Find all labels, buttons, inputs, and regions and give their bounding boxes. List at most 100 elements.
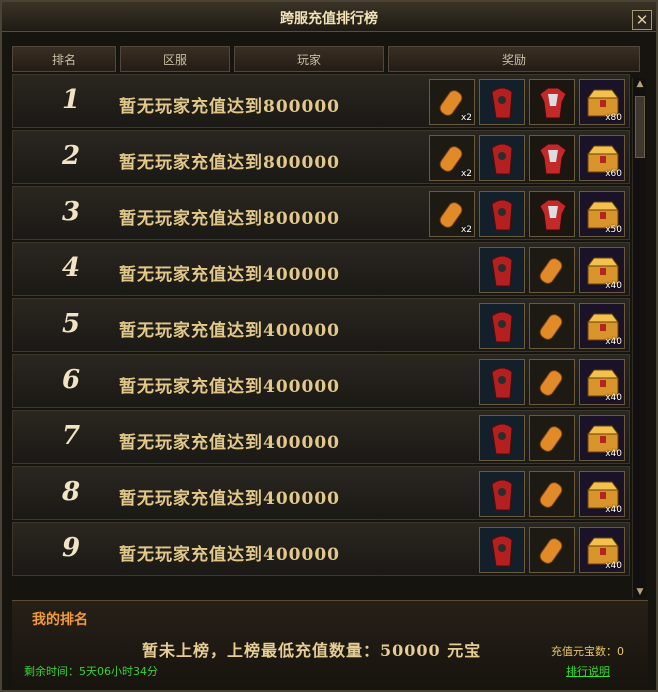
- header-rank: 排名: [12, 46, 116, 72]
- reward-item[interactable]: [529, 415, 575, 461]
- rank-message: 暂无玩家充值达到400000: [119, 265, 340, 285]
- ranking-explain-link[interactable]: 排行说明: [566, 663, 610, 679]
- rank-number: 5: [61, 309, 81, 339]
- reward-item[interactable]: x2: [429, 79, 475, 125]
- red-cloak-icon: [480, 304, 524, 348]
- reward-item[interactable]: x60: [579, 135, 625, 181]
- red-cloak-icon: [480, 528, 524, 572]
- scrollbar[interactable]: ▲ ▼: [632, 78, 646, 598]
- rank-number: 2: [61, 141, 81, 171]
- rank-message: 暂无玩家充值达到400000: [119, 433, 340, 453]
- rank-message: 暂无玩家充值达到800000: [119, 209, 340, 229]
- reward-item[interactable]: [529, 247, 575, 293]
- rank-message: 暂无玩家充值达到400000: [119, 377, 340, 397]
- reward-item[interactable]: x40: [579, 359, 625, 405]
- table-row: 5 暂无玩家充值达到400000 x40: [12, 298, 630, 352]
- reward-item[interactable]: x40: [579, 415, 625, 461]
- rank-message: 暂无玩家充值达到800000: [119, 97, 340, 117]
- scroll-up-icon[interactable]: ▲: [633, 78, 647, 90]
- red-cloak-icon: [480, 472, 524, 516]
- rank-message: 暂无玩家充值达到400000: [119, 489, 340, 509]
- item-count: x40: [605, 561, 622, 571]
- table-row: 4 暂无玩家充值达到400000 x40: [12, 242, 630, 296]
- item-count: x40: [605, 337, 622, 347]
- item-count: x40: [605, 393, 622, 403]
- ranking-list[interactable]: 1 暂无玩家充值达到800000 x2 x80 2 暂无玩家充值达到800000 x2 x60…: [12, 74, 632, 582]
- reward-item[interactable]: [529, 471, 575, 517]
- reward-item[interactable]: [479, 471, 525, 517]
- item-count: x2: [460, 113, 472, 123]
- red-cloak-icon: [480, 136, 524, 180]
- close-button[interactable]: ✕: [632, 10, 652, 30]
- rank-number: 7: [61, 421, 81, 451]
- reward-item[interactable]: [479, 415, 525, 461]
- window-title: 跨服充值排行榜: [280, 11, 378, 27]
- rank-number: 8: [61, 477, 81, 507]
- reward-item[interactable]: x40: [579, 247, 625, 293]
- title-bar: 跨服充值排行榜 ✕: [2, 2, 656, 32]
- reward-item[interactable]: x40: [579, 527, 625, 573]
- rank-message: 暂无玩家充值达到400000: [119, 545, 340, 565]
- red-armor-icon: [530, 192, 574, 236]
- item-count: x40: [605, 449, 622, 459]
- rank-message: 暂无玩家充值达到800000: [119, 153, 340, 173]
- orange-bullet-icon: [530, 472, 574, 516]
- reward-item[interactable]: x40: [579, 471, 625, 517]
- scroll-down-icon[interactable]: ▼: [633, 586, 647, 598]
- remaining-time: 剩余时间：5天06小时34分: [24, 665, 158, 678]
- orange-bullet-icon: [530, 528, 574, 572]
- reward-item[interactable]: [479, 303, 525, 349]
- item-count: x50: [605, 225, 622, 235]
- red-cloak-icon: [480, 416, 524, 460]
- item-count: x40: [605, 281, 622, 291]
- orange-bullet-icon: [530, 416, 574, 460]
- rank-number: 6: [61, 365, 81, 395]
- scroll-thumb[interactable]: [635, 96, 645, 158]
- rank-notice: 暂未上榜，上榜最低充值数量：50000 元宝: [142, 641, 482, 660]
- table-row: 7 暂无玩家充值达到400000 x40: [12, 410, 630, 464]
- reward-item[interactable]: [529, 79, 575, 125]
- my-rank-panel: 我的排名 暂未上榜，上榜最低充值数量：50000 元宝 充值元宝数：0 剩余时间…: [12, 600, 648, 688]
- red-armor-icon: [530, 136, 574, 180]
- my-rank-label: 我的排名: [32, 612, 88, 628]
- orange-bullet-icon: [530, 304, 574, 348]
- rank-number: 3: [61, 197, 81, 227]
- reward-item[interactable]: x2: [429, 191, 475, 237]
- table-row: 1 暂无玩家充值达到800000 x2 x80: [12, 74, 630, 128]
- reward-item[interactable]: [529, 527, 575, 573]
- header-reward: 奖励: [388, 46, 640, 72]
- item-count: x2: [460, 225, 472, 235]
- reward-item[interactable]: [529, 191, 575, 237]
- red-cloak-icon: [480, 248, 524, 292]
- reward-item[interactable]: [479, 135, 525, 181]
- header-server: 区服: [120, 46, 230, 72]
- reward-item[interactable]: x80: [579, 79, 625, 125]
- reward-item[interactable]: x40: [579, 303, 625, 349]
- item-count: x80: [605, 113, 622, 123]
- reward-item[interactable]: [479, 359, 525, 405]
- rank-message: 暂无玩家充值达到400000: [119, 321, 340, 341]
- reward-item[interactable]: [529, 135, 575, 181]
- rank-number: 9: [61, 533, 81, 563]
- reward-item[interactable]: [529, 359, 575, 405]
- red-cloak-icon: [480, 360, 524, 404]
- item-count: x40: [605, 505, 622, 515]
- table-row: 9 暂无玩家充值达到400000 x40: [12, 522, 630, 576]
- orange-bullet-icon: [530, 360, 574, 404]
- reward-item[interactable]: [479, 191, 525, 237]
- red-armor-icon: [530, 80, 574, 124]
- red-cloak-icon: [480, 192, 524, 236]
- reward-item[interactable]: x2: [429, 135, 475, 181]
- orange-bullet-icon: [530, 248, 574, 292]
- reward-item[interactable]: x50: [579, 191, 625, 237]
- item-count: x2: [460, 169, 472, 179]
- reward-item[interactable]: [479, 247, 525, 293]
- table-row: 3 暂无玩家充值达到800000 x2 x50: [12, 186, 630, 240]
- reward-item[interactable]: [479, 527, 525, 573]
- table-header: 排名 区服 玩家 奖励: [12, 46, 640, 72]
- header-player: 玩家: [234, 46, 384, 72]
- reward-item[interactable]: [529, 303, 575, 349]
- reward-item[interactable]: [479, 79, 525, 125]
- rank-number: 4: [61, 253, 81, 283]
- recharge-amount: 充值元宝数：0: [551, 645, 624, 658]
